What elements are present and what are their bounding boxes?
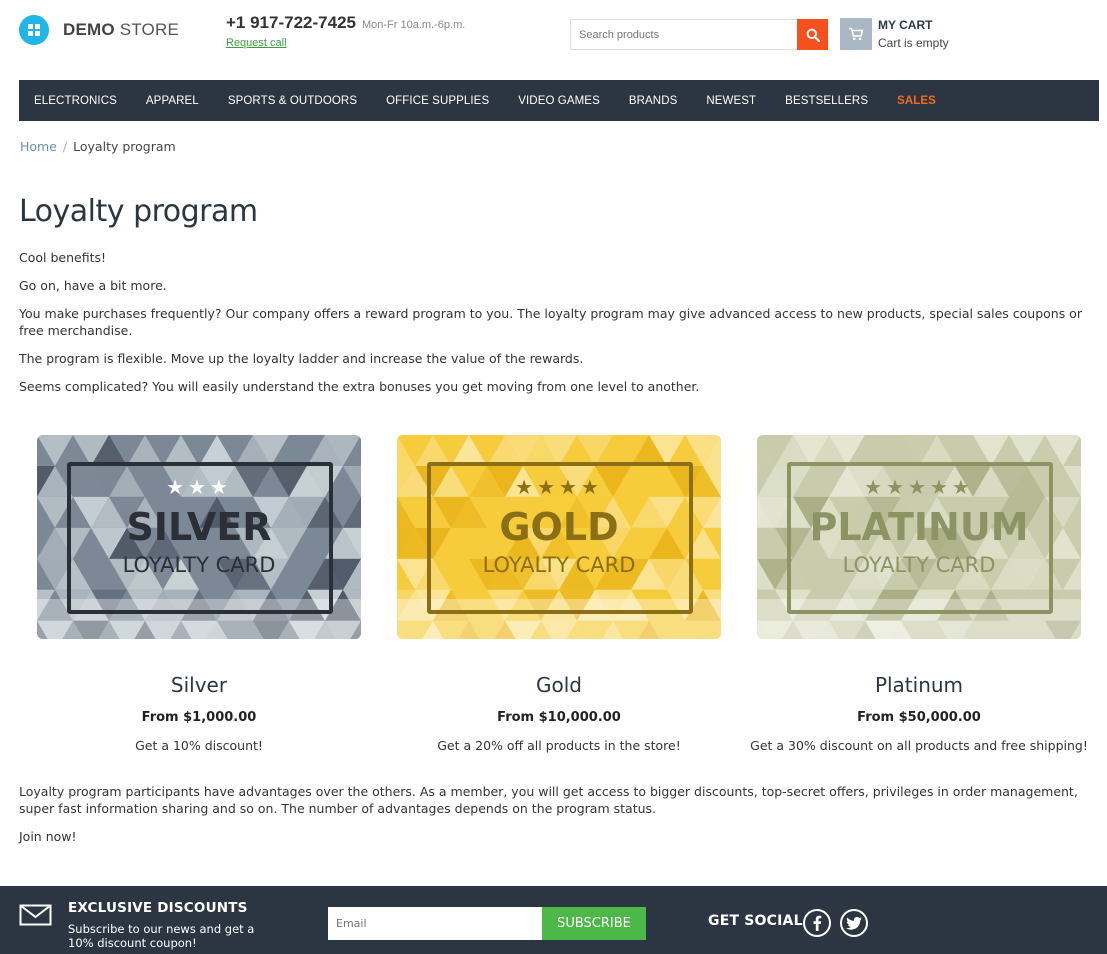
cart-title: MY CART — [878, 18, 933, 32]
nav-item-apparel[interactable]: APPAREL — [146, 95, 199, 107]
search-box — [570, 19, 828, 50]
mail-icon — [19, 904, 52, 926]
intro-paragraph: Cool benefits! — [19, 250, 107, 265]
main-nav: ELECTRONICS APPAREL SPORTS & OUTDOORS OF… — [19, 80, 1099, 121]
card-subtitle: LOYALTY CARD — [122, 553, 276, 577]
footer: EXCLUSIVE DISCOUNTS Subscribe to our new… — [0, 886, 1107, 954]
card-tier-label: SILVER — [126, 505, 272, 549]
tier-silver: ★★★ SILVER LOYALTY CARD Silver From $1,0… — [19, 435, 379, 753]
twitter-link[interactable] — [840, 909, 868, 937]
cart-icon — [840, 18, 872, 50]
outro-text: Loyalty program participants have advant… — [19, 783, 1089, 856]
request-call-link[interactable]: Request call — [226, 37, 465, 49]
intro-paragraph: The program is flexible. Move up the loy… — [19, 351, 584, 366]
tier-price: From $10,000.00 — [497, 710, 621, 725]
tier-platinum: ★★★★★ PLATINUM LOYALTY CARD Platinum Fro… — [739, 435, 1099, 753]
card-subtitle: LOYALTY CARD — [842, 553, 996, 577]
phone-number: +1 917-722-7425 — [226, 13, 356, 32]
tier-name: Silver — [170, 673, 228, 697]
tier-description: Get a 20% off all products in the store! — [437, 738, 681, 753]
platinum-card-image: ★★★★★ PLATINUM LOYALTY CARD — [757, 435, 1081, 639]
breadcrumb: Home / Loyalty program — [20, 139, 176, 154]
outro-paragraph: Join now! — [19, 829, 77, 844]
cart-status: Cart is empty — [878, 36, 949, 50]
phone-hours: Mon-Fr 10a.m.-6p.m. — [361, 19, 466, 31]
breadcrumb-separator: / — [62, 139, 68, 154]
intro-paragraph: Go on, have a bit more. — [19, 278, 167, 293]
tier-name: Gold — [536, 673, 582, 697]
card-subtitle: LOYALTY CARD — [482, 553, 636, 577]
email-field[interactable] — [328, 907, 542, 940]
tier-price: From $50,000.00 — [857, 710, 981, 725]
card-stars: ★★★★★ — [864, 475, 974, 499]
search-button[interactable] — [797, 19, 828, 50]
card-stars: ★★★ — [166, 475, 232, 499]
phone-block: +1 917-722-7425 Mon-Fr 10a.m.-6p.m. Reque… — [226, 13, 465, 49]
intro-paragraph: Seems complicated? You will easily under… — [19, 379, 700, 394]
newsletter-title: EXCLUSIVE DISCOUNTS — [68, 900, 248, 916]
logo-text: DEMO STORE — [63, 20, 179, 39]
card-tier-label: GOLD — [499, 505, 619, 549]
search-icon — [806, 28, 820, 42]
loyalty-tiers: ★★★ SILVER LOYALTY CARD Silver From $1,0… — [19, 435, 1099, 753]
nav-item-video-games[interactable]: VIDEO GAMES — [518, 95, 600, 107]
facebook-link[interactable] — [803, 909, 831, 937]
tier-description: Get a 30% discount on all products and f… — [750, 738, 1088, 753]
tier-price: From $1,000.00 — [141, 710, 257, 725]
breadcrumb-current: Loyalty program — [73, 139, 176, 154]
nav-item-office-supplies[interactable]: OFFICE SUPPLIES — [386, 95, 489, 107]
search-input[interactable] — [570, 19, 798, 50]
card-stars: ★★★★ — [515, 475, 603, 499]
intro-text: Cool benefits! Go on, have a bit more. Y… — [19, 249, 1089, 406]
card-tier-label: PLATINUM — [809, 505, 1029, 549]
store-logo[interactable]: DEMO STORE — [19, 15, 179, 45]
twitter-icon — [846, 916, 862, 930]
logo-icon — [19, 15, 49, 45]
nav-item-brands[interactable]: BRANDS — [629, 95, 678, 107]
silver-card-image: ★★★ SILVER LOYALTY CARD — [37, 435, 361, 639]
intro-paragraph: You make purchases frequently? Our compa… — [19, 306, 1082, 338]
header: DEMO STORE +1 917-722-7425 Mon-Fr 10a.m.-… — [0, 0, 1107, 80]
tier-gold: ★★★★ GOLD LOYALTY CARD Gold From $10,000… — [379, 435, 739, 753]
nav-item-sports-outdoors[interactable]: SPORTS & OUTDOORS — [228, 95, 357, 107]
page-title: Loyalty program — [19, 194, 258, 229]
nav-item-newest[interactable]: NEWEST — [706, 95, 756, 107]
nav-item-sales[interactable]: SALES — [897, 95, 936, 107]
nav-item-bestsellers[interactable]: BESTSELLERS — [785, 95, 868, 107]
tier-name: Platinum — [874, 673, 964, 697]
social-title: GET SOCIAL — [708, 913, 803, 929]
subscribe-button[interactable]: SUBSCRIBE — [542, 907, 646, 940]
newsletter-subtitle: Subscribe to our news and get a 10% disc… — [68, 922, 255, 950]
gold-card-image: ★★★★ GOLD LOYALTY CARD — [397, 435, 721, 639]
cart-widget[interactable]: MY CART Cart is empty — [840, 18, 949, 50]
tier-description: Get a 10% discount! — [135, 738, 263, 753]
outro-paragraph: Loyalty program participants have advant… — [19, 784, 1078, 816]
breadcrumb-home[interactable]: Home — [20, 139, 57, 154]
facebook-icon — [813, 915, 822, 931]
nav-item-electronics[interactable]: ELECTRONICS — [34, 95, 117, 107]
